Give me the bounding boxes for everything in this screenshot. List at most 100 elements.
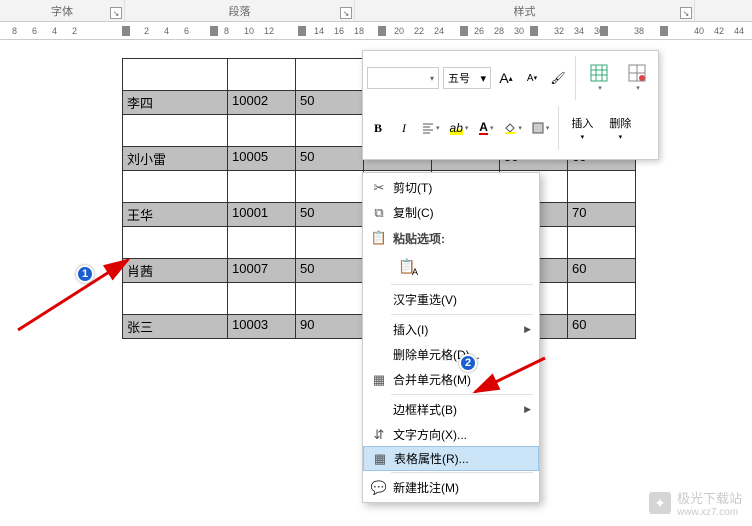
text-direction-icon: ⇵	[369, 427, 389, 443]
cell[interactable]: 10007	[228, 259, 296, 283]
annotation-badge-2: 2	[459, 354, 477, 372]
table-format-button[interactable]	[620, 55, 654, 101]
horizontal-ruler[interactable]: 8 6 4 2 2 4 6 8 10 12 14 16 18 20 22 24 …	[0, 22, 752, 40]
ruler-tab-stop[interactable]	[210, 26, 218, 36]
cell[interactable]: 10001	[228, 203, 296, 227]
cell-name[interactable]: 刘小雷	[123, 147, 228, 171]
scissors-icon: ✂	[369, 180, 389, 196]
shrink-font-button[interactable]: A▾	[521, 67, 543, 89]
submenu-arrow-icon: ▶	[524, 404, 531, 415]
ruler-tab-stop[interactable]	[378, 26, 386, 36]
delete-button[interactable]: 删除 ▾	[603, 105, 637, 151]
ruler-num: 8	[12, 26, 17, 36]
cell[interactable]: 60	[568, 315, 636, 339]
format-painter-button[interactable]: 🖌	[547, 67, 569, 89]
menu-delete-cells[interactable]: 删除单元格(D)...	[363, 342, 539, 367]
ruler-num: 4	[164, 26, 169, 36]
cell[interactable]: 10005	[228, 147, 296, 171]
cell-name[interactable]: 张三	[123, 315, 228, 339]
ruler-num: 20	[394, 26, 404, 36]
ruler-num: 14	[314, 26, 324, 36]
ruler-num: 6	[184, 26, 189, 36]
paste-keep-text-button[interactable]: 📋A	[393, 253, 421, 279]
font-color-button[interactable]: A	[475, 117, 497, 139]
italic-button[interactable]: I	[393, 117, 415, 139]
cell-name[interactable]: 李四	[123, 91, 228, 115]
paragraph-dialog-launcher[interactable]: ↘	[340, 7, 352, 19]
menu-ime-reconvert[interactable]: 汉字重选(V)	[363, 287, 539, 312]
ruler-tab-stop[interactable]	[298, 26, 306, 36]
cell[interactable]: 90	[296, 315, 364, 339]
menu-border-style-label: 边框样式(B)	[389, 401, 524, 418]
highlight-button[interactable]: ab	[447, 117, 472, 139]
ruler-num: 38	[634, 26, 644, 36]
ribbon-group-paragraph: 段落 ↘	[125, 0, 355, 21]
ruler-num: 30	[514, 26, 524, 36]
menu-text-direction[interactable]: ⇵ 文字方向(X)...	[363, 422, 539, 447]
ruler-num: 12	[264, 26, 274, 36]
menu-border-style[interactable]: 边框样式(B) ▶	[363, 397, 539, 422]
merge-icon: ▦	[369, 372, 389, 388]
cell[interactable]: 10003	[228, 315, 296, 339]
ruler-num: 2	[144, 26, 149, 36]
ruler-num: 42	[714, 26, 724, 36]
table-style-button[interactable]	[582, 55, 616, 101]
ruler-num: 28	[494, 26, 504, 36]
align-button[interactable]	[419, 117, 443, 139]
style-dialog-launcher[interactable]: ↘	[680, 7, 692, 19]
grow-font-button[interactable]: A▴	[495, 67, 517, 89]
shading-button[interactable]	[501, 117, 525, 139]
menu-copy-label: 复制(C)	[389, 204, 531, 221]
cell-name[interactable]: 肖茜	[123, 259, 228, 283]
ruler-num: 26	[474, 26, 484, 36]
font-color-icon: A	[479, 121, 488, 135]
menu-merge-cells-label: 合并单元格(M)	[389, 371, 531, 388]
ruler-indent-marker[interactable]	[122, 26, 130, 36]
watermark-text: 极光下载站	[677, 488, 742, 507]
menu-merge-cells[interactable]: ▦ 合并单元格(M)	[363, 367, 539, 392]
insert-button[interactable]: 插入 ▾	[565, 105, 599, 151]
font-size-value: 五号	[448, 70, 470, 86]
ruler-num: 2	[72, 26, 77, 36]
font-name-combo[interactable]: ▾	[367, 67, 439, 89]
border-button[interactable]	[529, 117, 553, 139]
cell[interactable]: 10002	[228, 91, 296, 115]
ruler-tab-stop[interactable]	[530, 26, 538, 36]
ruler-num: 18	[354, 26, 364, 36]
paste-options-row: 📋A	[363, 250, 539, 282]
watermark-logo-icon: ✦	[649, 492, 671, 514]
brush-icon: 🖌	[550, 71, 565, 85]
ruler-tab-stop[interactable]	[600, 26, 608, 36]
font-dialog-launcher[interactable]: ↘	[110, 7, 122, 19]
ruler-tab-stop[interactable]	[660, 26, 668, 36]
menu-table-properties[interactable]: ▦ 表格属性(R)...	[363, 446, 539, 471]
cell[interactable]: 50	[296, 259, 364, 283]
document-area[interactable]: 李四 10002 50 70 90 60 刘小雷 10005 50 80 60 …	[0, 40, 752, 526]
menu-text-direction-label: 文字方向(X)...	[389, 426, 531, 443]
ribbon-group-font: 字体 ↘	[0, 0, 125, 21]
font-size-combo[interactable]: 五号▾	[443, 67, 491, 89]
clipboard-icon: 📋	[369, 230, 389, 246]
cell[interactable]: 70	[568, 203, 636, 227]
annotation-badge-1: 1	[76, 265, 94, 283]
cell-name[interactable]: 王华	[123, 203, 228, 227]
menu-new-comment[interactable]: 💬 新建批注(M)	[363, 475, 539, 500]
insert-label: 插入	[571, 115, 593, 131]
border-icon	[532, 122, 544, 134]
cell[interactable]: 50	[296, 147, 364, 171]
cell[interactable]: 50	[296, 203, 364, 227]
comment-icon: 💬	[369, 480, 389, 496]
menu-copy[interactable]: ⧉ 复制(C)	[363, 200, 539, 225]
menu-paste-header-label: 粘贴选项:	[389, 225, 531, 251]
cell[interactable]: 50	[296, 91, 364, 115]
ruler-num: 22	[414, 26, 424, 36]
menu-cut-label: 剪切(T)	[389, 179, 531, 196]
menu-cut[interactable]: ✂ 剪切(T)	[363, 175, 539, 200]
table-props-icon: ▦	[370, 451, 390, 467]
table-grid-icon	[628, 64, 646, 82]
ruler-tab-stop[interactable]	[460, 26, 468, 36]
menu-insert[interactable]: 插入(I) ▶	[363, 317, 539, 342]
ribbon-group-style: 样式 ↘	[355, 0, 695, 21]
bold-button[interactable]: B	[367, 117, 389, 139]
cell[interactable]: 60	[568, 259, 636, 283]
